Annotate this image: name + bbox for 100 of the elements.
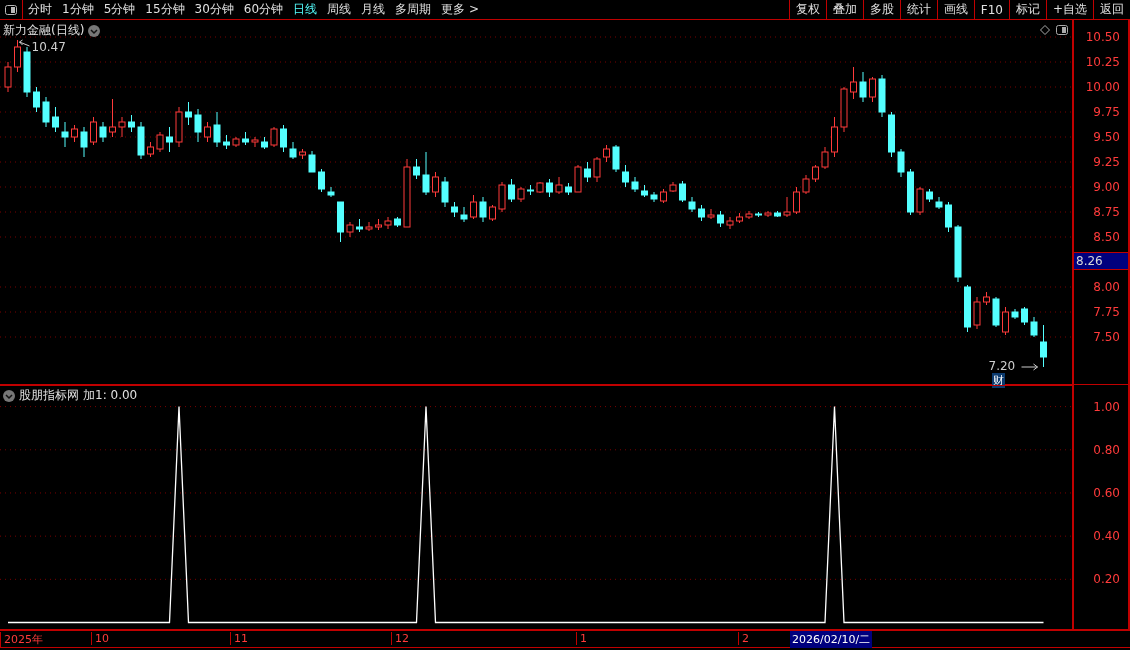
price-tick-label: 10.50 xyxy=(1085,30,1120,44)
candlestick xyxy=(897,148,905,178)
diamond-icon[interactable] xyxy=(1040,25,1050,35)
candlestick xyxy=(80,126,88,158)
candlestick xyxy=(33,86,40,113)
candlestick xyxy=(118,116,126,138)
candlestick xyxy=(213,111,221,148)
period-tab[interactable]: 多周期 xyxy=(390,0,437,19)
candlestick xyxy=(194,108,202,143)
candlestick xyxy=(479,196,487,223)
candlestick xyxy=(498,181,506,213)
candlestick xyxy=(251,136,259,148)
price-tick-label: 9.75 xyxy=(1093,105,1120,119)
value-tick-label: 0.20 xyxy=(1093,572,1120,587)
candlestick xyxy=(109,98,116,138)
date-tick-label: 12 xyxy=(391,632,409,645)
candlestick xyxy=(61,121,69,148)
price-tick-label: 9.25 xyxy=(1093,155,1120,169)
candlestick xyxy=(308,150,316,173)
candlestick xyxy=(679,180,686,203)
date-tick-label: 1 xyxy=(576,632,587,645)
panel-toggle-icon[interactable] xyxy=(1056,25,1068,35)
price-tick-label: 7.75 xyxy=(1093,305,1120,319)
candlestick xyxy=(1030,316,1038,338)
date-tick-label: 10 xyxy=(91,632,109,645)
candlestick xyxy=(365,221,373,232)
candlestick xyxy=(793,186,800,215)
candlestick xyxy=(280,124,287,153)
candlestick xyxy=(432,171,439,198)
candlestick xyxy=(470,194,477,220)
candlestick xyxy=(707,208,715,220)
candlestick xyxy=(441,176,449,208)
candlestick xyxy=(622,164,629,188)
candlestick xyxy=(156,131,164,153)
price-tick-label: 8.00 xyxy=(1093,280,1120,294)
candlestick xyxy=(859,71,867,103)
indicator-readout: 加1: 0.00 xyxy=(83,387,138,404)
candlestick xyxy=(204,121,211,143)
current-price-label: 8.26 xyxy=(1074,252,1128,270)
candlestick xyxy=(783,196,791,218)
price-tick-label: 7.50 xyxy=(1093,330,1120,344)
candlestick xyxy=(726,216,734,230)
candlestick xyxy=(52,106,59,133)
period-tab[interactable]: 分时 xyxy=(23,0,57,19)
candlestick xyxy=(555,176,563,195)
candlestick xyxy=(99,121,107,143)
candlestick xyxy=(166,126,173,153)
price-tick-label: 8.50 xyxy=(1093,230,1120,244)
price-tick-label: 10.25 xyxy=(1085,55,1120,69)
price-tick-label: 9.50 xyxy=(1093,130,1120,144)
date-tick-label: 2025年 xyxy=(0,632,43,647)
period-tab[interactable]: 周线 xyxy=(322,0,357,19)
candlestick xyxy=(42,96,50,128)
period-tab[interactable]: 1分钟 xyxy=(57,0,99,19)
period-tab[interactable]: 更多 > xyxy=(436,0,484,19)
date-tick-label: 11 xyxy=(230,632,248,645)
candlestick xyxy=(185,101,192,126)
candlestick xyxy=(460,206,468,223)
period-tab[interactable]: 60分钟 xyxy=(238,0,289,19)
candlestick xyxy=(270,126,278,148)
cursor-date-label: 2026/02/10/二 xyxy=(790,631,873,648)
candlestick xyxy=(802,174,810,195)
candlestick xyxy=(850,66,857,100)
period-tab[interactable]: 30分钟 xyxy=(189,0,239,19)
candlestick xyxy=(318,168,325,193)
indicator-title: 股朋指标网 xyxy=(19,387,79,404)
candlestick xyxy=(1002,306,1009,336)
low-price-label: 7.20 xyxy=(988,359,1016,373)
value-tick-label: 1.00 xyxy=(1093,399,1120,414)
candlestick xyxy=(1040,324,1047,368)
candlestick xyxy=(593,156,601,183)
arrow-icon xyxy=(1021,363,1038,371)
period-tab[interactable]: 月线 xyxy=(356,0,391,19)
chart-title: 新力金融(日线) xyxy=(3,22,85,39)
date-tick-label: 2 xyxy=(738,632,749,645)
candlestick xyxy=(14,39,21,73)
period-tab[interactable]: 日线 xyxy=(288,0,323,19)
price-tick-label: 10.00 xyxy=(1085,80,1120,94)
candlestick xyxy=(584,161,591,183)
price-tick-label: 8.75 xyxy=(1093,205,1120,219)
candlestick xyxy=(821,146,829,170)
chevron-down-icon[interactable] xyxy=(88,24,101,37)
candlestick xyxy=(422,151,430,196)
chevron-down-icon[interactable] xyxy=(3,389,15,402)
candlestick xyxy=(384,216,392,230)
value-tick-label: 0.40 xyxy=(1093,529,1120,544)
value-tick-label: 0.60 xyxy=(1093,485,1120,500)
candlestick xyxy=(508,178,515,203)
candlestick xyxy=(413,158,420,180)
panel-toggle-icon xyxy=(5,4,17,15)
candlestick xyxy=(916,186,924,216)
period-tab[interactable]: 15分钟 xyxy=(140,0,190,19)
price-tick-label: 9.00 xyxy=(1093,180,1120,194)
period-tab[interactable]: 5分钟 xyxy=(98,0,141,19)
candlestick xyxy=(945,201,952,233)
candlestick xyxy=(869,76,876,103)
candlestick xyxy=(973,296,981,330)
arrow-icon xyxy=(19,39,30,47)
candlestick xyxy=(4,61,12,93)
candlestick xyxy=(612,144,620,173)
